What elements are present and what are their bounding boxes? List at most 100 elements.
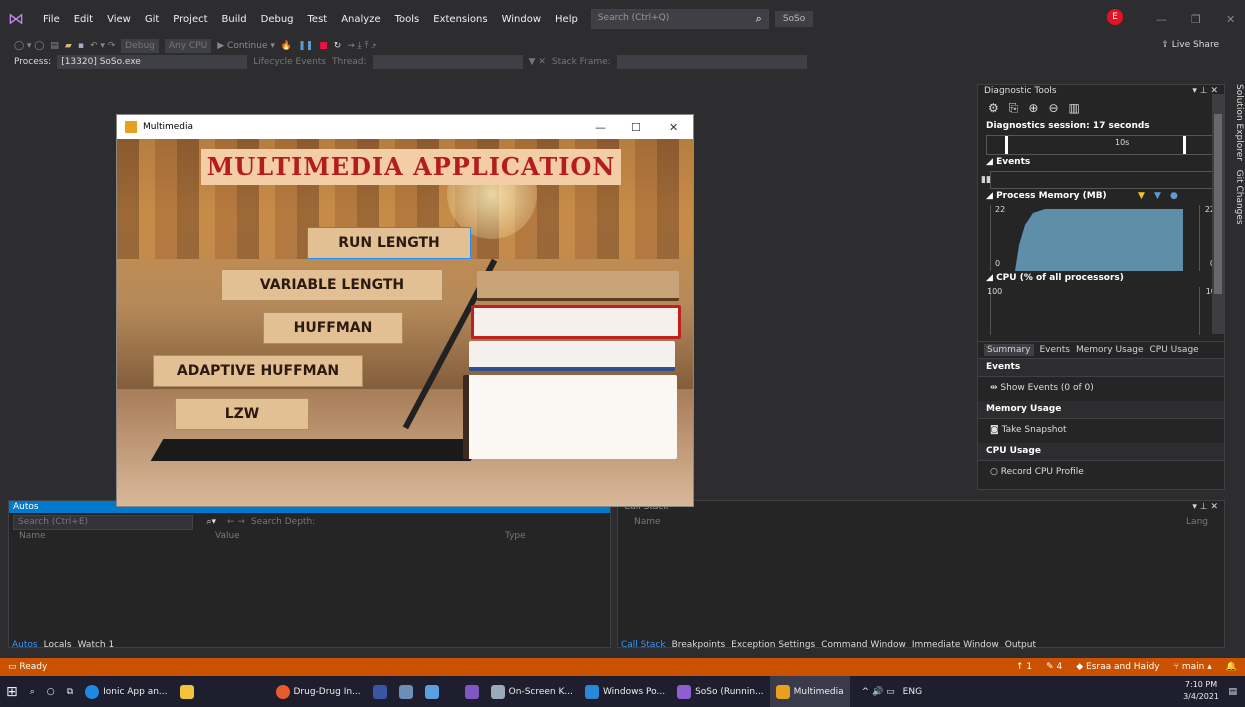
new-project-icon[interactable]: ▤ [50,41,59,51]
process-dropdown[interactable]: [13320] SoSo.exe [57,55,248,69]
notification-bell-icon[interactable]: 🔔 [1226,662,1237,672]
step-icons[interactable]: → ⤓ ⤒ ⤴ [347,41,376,51]
variable-length-button[interactable]: VARIABLE LENGTH [221,269,443,301]
taskbar-file-explorer[interactable] [174,676,200,707]
timeline-start-marker[interactable] [1005,136,1008,154]
tab-events[interactable]: Events [1040,345,1070,355]
pause-icon[interactable]: ❚❚ [298,41,313,51]
tab-exception-settings[interactable]: Exception Settings [731,640,815,650]
stack-frame-dropdown[interactable] [616,55,807,69]
export-icon[interactable]: ⎘ [1009,101,1019,119]
menu-build[interactable]: Build [215,14,254,25]
tab-memory-usage[interactable]: Memory Usage [1076,345,1144,355]
menu-git[interactable]: Git [138,14,166,25]
settings-icon[interactable]: ⚙ [988,101,999,119]
task-view-button[interactable]: ⧉ [61,676,79,707]
taskbar-item-multimedia[interactable]: Multimedia [769,676,850,707]
autos-search-input[interactable]: Search (Ctrl+E) ⌕▾ [13,514,216,530]
taskbar-app-a[interactable] [393,676,419,707]
tab-immediate-window[interactable]: Immediate Window [912,640,999,650]
minimize-icon[interactable]: — [1156,13,1167,26]
menu-edit[interactable]: Edit [67,14,100,25]
branch-name[interactable]: ⑂ main ▴ [1174,662,1212,672]
account-avatar[interactable]: E [1107,9,1123,25]
save-icon[interactable]: ▪ [78,41,84,51]
notifications-icon[interactable]: ▤ [1228,687,1237,697]
tab-cpu-usage[interactable]: CPU Usage [1150,345,1199,355]
scrollbar-thumb[interactable] [1214,114,1222,294]
timeline-end-marker[interactable] [1183,136,1186,154]
reset-view-icon[interactable]: ▥ [1069,101,1080,119]
tab-output[interactable]: Output [1005,640,1036,650]
repo-name[interactable]: ◆ Esraa and Haidy [1076,662,1159,672]
search-button[interactable]: ⌕ [24,676,41,707]
stop-icon[interactable]: ■ [319,41,328,51]
menu-debug[interactable]: Debug [254,14,301,25]
col-lang[interactable]: Lang [1186,517,1208,527]
start-button[interactable]: ⊞ [0,676,24,707]
zoom-in-icon[interactable]: ⊕ [1028,101,1038,119]
search-icon[interactable]: ⌕▾ [206,517,216,527]
tab-autos[interactable]: Autos [12,640,38,650]
nav-arrows-icon[interactable]: ← → [227,517,245,527]
huffman-button[interactable]: HUFFMAN [263,312,403,344]
restore-icon[interactable]: ❐ [1191,13,1201,26]
side-tab-git-changes[interactable]: Git Changes [1234,170,1244,225]
show-events-link[interactable]: ⇹ Show Events (0 of 0) [990,383,1094,393]
menu-tools[interactable]: Tools [388,14,427,25]
maximize-icon[interactable]: ☐ [631,121,641,134]
lifecycle-events[interactable]: Lifecycle Events [253,57,326,67]
tab-locals[interactable]: Locals [44,640,72,650]
menu-analyze[interactable]: Analyze [334,14,387,25]
run-length-button[interactable]: RUN LENGTH [307,227,471,259]
platform-dropdown[interactable]: Any CPU [164,39,212,53]
timeline-ruler[interactable]: 10s [986,135,1216,155]
menu-window[interactable]: Window [495,14,548,25]
taskbar-app-b[interactable] [419,676,445,707]
push-count[interactable]: ↑ 1 [1016,662,1032,672]
col-value[interactable]: Value [215,531,505,547]
menu-extensions[interactable]: Extensions [426,14,494,25]
menu-view[interactable]: View [100,14,138,25]
cpu-heading[interactable]: ◢ CPU (% of all processors) [978,273,1224,285]
search-input[interactable]: Search (Ctrl+Q) ⌕ [590,9,769,29]
diagnostic-scrollbar[interactable] [1212,94,1224,334]
tab-command-window[interactable]: Command Window [821,640,906,650]
taskbar-item-soso[interactable]: SoSo (Runnin... [671,676,770,707]
panel-controls-icon[interactable]: ▾ ⊥ ✕ [1192,502,1218,514]
memory-heading[interactable]: ◢ Process Memory (MB) ▼ ▼ ● [978,191,1224,203]
thread-dropdown[interactable] [372,55,523,69]
cortana-button[interactable]: ○ [41,676,61,707]
taskbar-item-windows-po[interactable]: Windows Po... [579,676,671,707]
back-forward-icon[interactable]: ◯ ▾ ◯ [14,41,44,51]
continue-button[interactable]: ▶ Continue ▾ [217,41,275,51]
multimedia-titlebar[interactable]: Multimedia — ☐ ✕ [117,115,693,139]
events-heading[interactable]: ◢ Events [978,157,1224,169]
side-tab-solution-explorer[interactable]: Solution Explorer [1234,84,1244,161]
undo-icon[interactable]: ↶ ▾ ↷ [90,41,115,51]
menu-help[interactable]: Help [548,14,585,25]
tab-summary[interactable]: Summary [984,344,1034,356]
hot-reload-icon[interactable]: 🔥 [281,41,292,51]
config-dropdown[interactable]: Debug [121,39,159,53]
taskbar-vs[interactable] [459,676,485,707]
col-type[interactable]: Type [505,531,526,547]
taskbar-item-onscreen[interactable]: On-Screen K... [485,676,579,707]
visual-studio-logo-icon[interactable]: ⋈ [8,9,36,29]
close-icon[interactable]: ✕ [1226,13,1235,26]
menu-project[interactable]: Project [166,14,214,25]
zoom-out-icon[interactable]: ⊖ [1048,101,1058,119]
col-name[interactable]: Name [634,517,661,527]
edit-count[interactable]: ✎ 4 [1046,662,1062,672]
tab-call-stack[interactable]: Call Stack [621,640,666,650]
filter-icon[interactable]: ▼ ✕ [529,57,546,67]
tray-icons[interactable]: ^ 🔊 ▭ [862,687,895,697]
taskbar-item-drug[interactable]: Drug-Drug In... [270,676,367,707]
live-share-button[interactable]: ⇪ Live Share [1161,40,1219,50]
lzw-button[interactable]: LZW [175,398,309,430]
taskbar-item-ionic[interactable]: Ionic App an... [79,676,173,707]
take-snapshot-link[interactable]: ◙ Take Snapshot [990,425,1067,435]
tab-watch-1[interactable]: Watch 1 [78,640,115,650]
tab-breakpoints[interactable]: Breakpoints [672,640,726,650]
menu-file[interactable]: File [36,14,67,25]
